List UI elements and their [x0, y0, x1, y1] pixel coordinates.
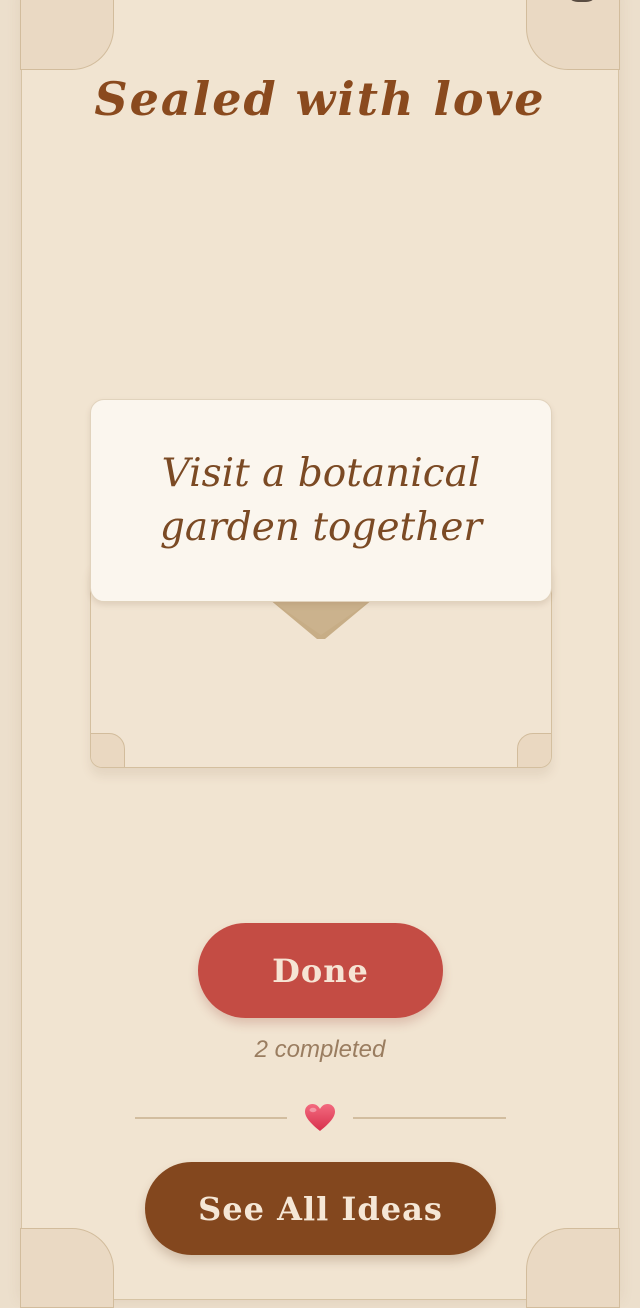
done-button[interactable]: Done: [198, 923, 443, 1018]
completed-count: 2 completed: [254, 1036, 386, 1063]
idea-text: Visit a botanical garden together: [159, 450, 483, 550]
corner-decoration-top-right: [526, 0, 620, 70]
envelope-flap-icon: [269, 599, 373, 639]
envelope-corner-left: [91, 733, 125, 767]
heart-icon: [305, 1104, 335, 1131]
idea-card[interactable]: Visit a botanical garden together: [90, 399, 552, 602]
divider-line-left: [135, 1117, 287, 1119]
page-title: Sealed with love: [94, 72, 546, 126]
corner-decoration-bottom-left: [20, 1228, 114, 1308]
divider-line-right: [353, 1117, 506, 1119]
see-all-ideas-button[interactable]: See All Ideas: [145, 1162, 496, 1255]
envelope-corner-right: [517, 733, 551, 767]
corner-decoration-bottom-right: [526, 1228, 620, 1308]
